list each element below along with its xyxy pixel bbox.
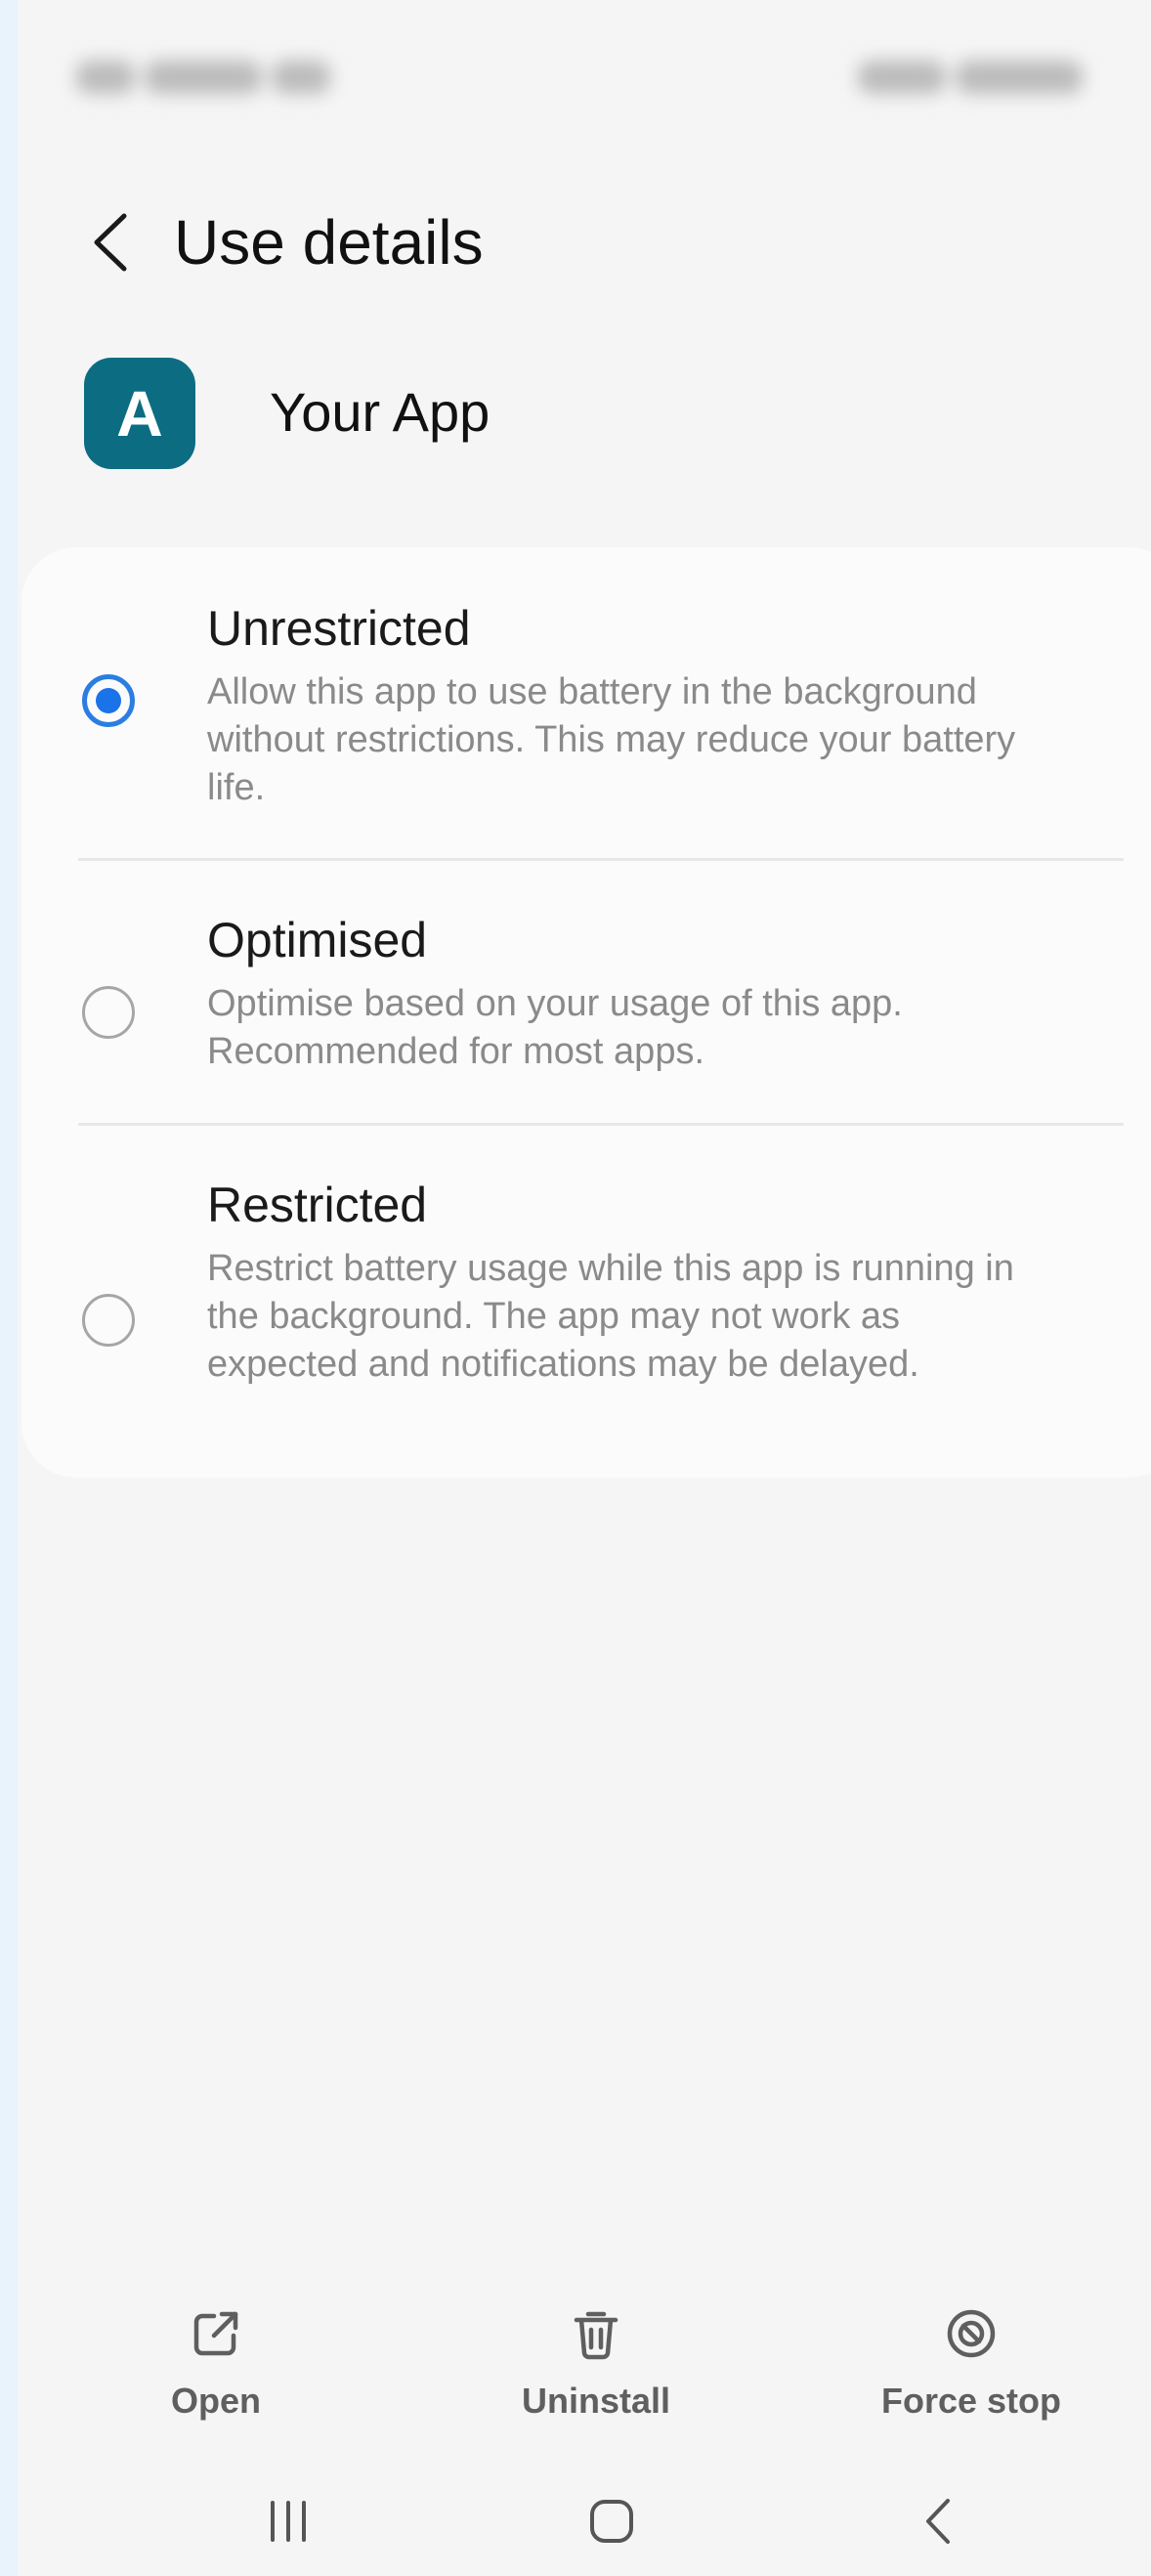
nav-back-button[interactable]: [889, 2482, 987, 2560]
option-restricted[interactable]: Restricted Restrict battery usage while …: [21, 1126, 1151, 1478]
back-button[interactable]: [86, 207, 135, 278]
screen: Use details A Your App Unrestricted Allo…: [18, 0, 1151, 2576]
status-bar: [76, 41, 1141, 109]
option-description: Optimise based on your usage of this app…: [207, 983, 903, 1072]
uninstall-button[interactable]: Uninstall: [489, 2297, 703, 2433]
open-button[interactable]: Open: [108, 2297, 323, 2433]
option-unrestricted[interactable]: Unrestricted Allow this app to use batte…: [21, 547, 1151, 858]
force-stop-button[interactable]: Force stop: [864, 2297, 1079, 2433]
option-description: Allow this app to use battery in the bac…: [207, 671, 1016, 808]
option-title: Unrestricted: [207, 601, 471, 656]
app-icon-letter: A: [116, 377, 163, 450]
chevron-left-icon: [94, 213, 127, 272]
radio-restricted[interactable]: [82, 1294, 135, 1347]
stop-icon: [947, 2309, 996, 2358]
open-external-icon: [193, 2311, 238, 2356]
radio-unrestricted[interactable]: [82, 674, 135, 727]
app-name: Your App: [270, 381, 490, 443]
uninstall-label: Uninstall: [521, 2381, 670, 2421]
recents-icon: [271, 2501, 306, 2542]
battery-options-card: Unrestricted Allow this app to use batte…: [21, 547, 1151, 1478]
trash-icon: [574, 2311, 618, 2360]
option-title: Optimised: [207, 913, 428, 967]
home-button[interactable]: [563, 2482, 661, 2560]
force-stop-label: Force stop: [880, 2381, 1062, 2421]
recents-button[interactable]: [239, 2482, 337, 2560]
open-label: Open: [170, 2381, 261, 2421]
radio-optimised[interactable]: [82, 986, 135, 1039]
app-icon: A: [84, 358, 195, 469]
option-description: Restrict battery usage while this app is…: [207, 1248, 1014, 1385]
back-icon: [926, 2499, 950, 2544]
option-title: Restricted: [207, 1178, 428, 1232]
home-icon: [590, 2500, 633, 2543]
option-optimised[interactable]: Optimised Optimise based on your usage o…: [21, 861, 1151, 1123]
page-title: Use details: [174, 207, 484, 278]
